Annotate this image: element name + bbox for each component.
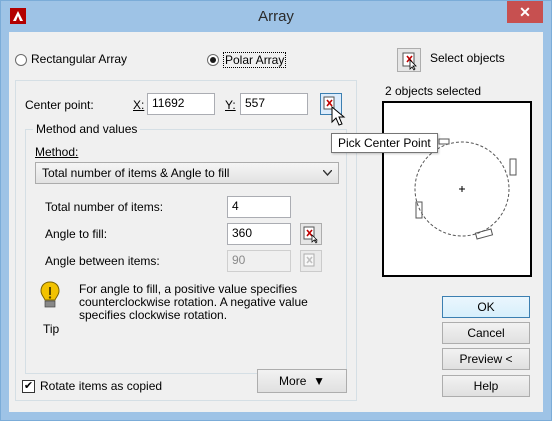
select-objects-label[interactable]: Select objects [430, 51, 505, 65]
pick-angle-between-icon [303, 253, 315, 267]
preview-panel [382, 101, 532, 277]
angle-to-fill-input[interactable]: 360 [227, 223, 291, 245]
angle-between-items-label: Angle between items: [45, 254, 160, 268]
polar-array-preview-image [414, 138, 517, 240]
method-dropdown-value: Total number of items & Angle to fill [42, 166, 230, 180]
chevron-down-icon [323, 170, 332, 176]
rectangular-array-label[interactable]: Rectangular Array [31, 52, 127, 66]
x-label: X: [133, 98, 145, 112]
method-dropdown[interactable]: Total number of items & Angle to fill [35, 162, 339, 184]
total-items-label: Total number of items: [45, 200, 164, 214]
lightbulb-tip-icon [40, 281, 60, 308]
mouse-cursor-icon [331, 106, 346, 126]
title-bar[interactable]: Array ✕ [1, 1, 551, 31]
rotate-items-checkbox[interactable]: ✔ [22, 380, 35, 393]
expand-down-icon: ▼ [313, 374, 325, 388]
rotate-items-label[interactable]: Rotate items as copied [40, 379, 162, 393]
dialog-client-area: Rectangular Array Polar Array Select obj… [9, 32, 543, 412]
pick-center-point-tooltip: Pick Center Point [331, 133, 438, 153]
close-button[interactable]: ✕ [507, 1, 543, 23]
total-items-input[interactable]: 4 [227, 196, 291, 218]
preview-button[interactable]: Preview < [442, 348, 530, 370]
more-button[interactable]: More ▼ [257, 369, 347, 393]
array-dialog: Array ✕ Rectangular Array Polar Array Se… [0, 0, 552, 421]
pick-angle-icon [303, 226, 318, 244]
window-title: Array [258, 8, 294, 25]
select-objects-button[interactable] [397, 48, 421, 72]
pick-angle-between-button[interactable] [300, 250, 322, 272]
help-button[interactable]: Help [442, 375, 530, 397]
pick-angle-to-fill-button[interactable] [300, 223, 322, 245]
method-label: Method: [35, 145, 79, 159]
selection-status: 2 objects selected [385, 84, 482, 98]
select-objects-icon [402, 52, 417, 71]
close-icon: ✕ [519, 4, 531, 20]
tip-label: Tip [43, 322, 60, 336]
angle-between-items-input[interactable]: 90 [227, 250, 291, 272]
ok-button[interactable]: OK [442, 296, 530, 318]
cancel-button[interactable]: Cancel [442, 322, 530, 344]
angle-to-fill-label: Angle to fill: [45, 227, 108, 241]
center-point-label: Center point: [25, 98, 94, 112]
tip-text: For angle to fill, a positive value spec… [79, 282, 308, 322]
polar-array-radio[interactable] [207, 54, 219, 66]
center-x-input[interactable]: 11692 [147, 93, 215, 115]
rectangular-array-radio[interactable] [15, 54, 27, 66]
method-and-values-title: Method and values [33, 122, 141, 136]
center-y-input[interactable]: 557 [240, 93, 308, 115]
y-label: Y: [225, 98, 236, 112]
polar-array-label[interactable]: Polar Array [223, 52, 287, 68]
